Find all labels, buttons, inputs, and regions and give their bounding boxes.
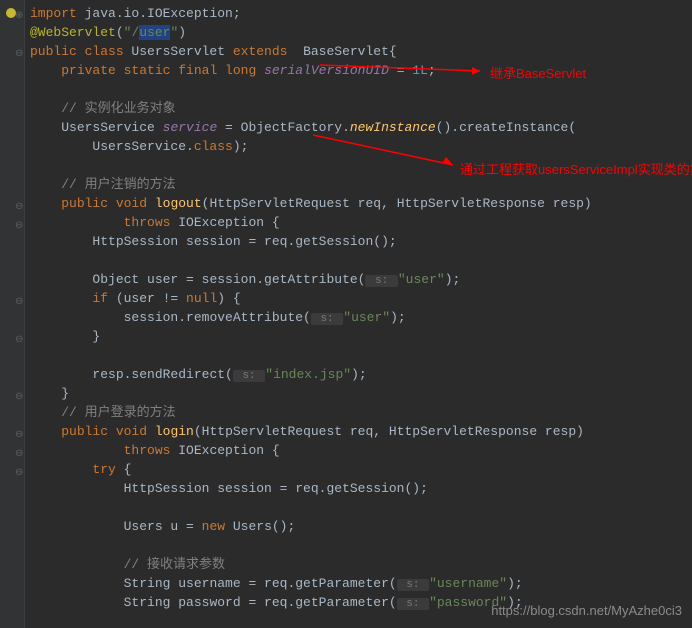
code-line: }: [30, 384, 692, 403]
code-line: session.removeAttribute( s: "user");: [30, 308, 692, 327]
watermark: https://blog.csdn.net/MyAzhe0ci3: [491, 601, 682, 620]
code-line: import java.io.IOException;: [30, 4, 692, 23]
code-line: Users u = new Users();: [30, 517, 692, 536]
code-line: UsersService.class);: [30, 137, 692, 156]
code-line: throws IOException {: [30, 441, 692, 460]
code-line: if (user != null) {: [30, 289, 692, 308]
code-line: HttpSession session = req.getSession();: [30, 479, 692, 498]
code-line: // 实例化业务对象: [30, 99, 692, 118]
code-editor[interactable]: import java.io.IOException; @WebServlet(…: [0, 0, 692, 612]
code-line: [30, 346, 692, 365]
code-line: [30, 536, 692, 555]
code-line: String username = req.getParameter( s: "…: [30, 574, 692, 593]
code-line: [30, 498, 692, 517]
code-line: private static final long serialVersionU…: [30, 61, 692, 80]
code-line: [30, 251, 692, 270]
code-line: resp.sendRedirect( s: "index.jsp");: [30, 365, 692, 384]
code-line: @WebServlet("/user"): [30, 23, 692, 42]
code-line: public void logout(HttpServletRequest re…: [30, 194, 692, 213]
code-line: public void login(HttpServletRequest req…: [30, 422, 692, 441]
code-line: }: [30, 327, 692, 346]
annotation-label: 通过工程获取usersServiceImpl实现类的实例对象: [460, 160, 692, 179]
annotation-label: 继承BaseServlet: [490, 64, 586, 83]
code-line: [30, 80, 692, 99]
code-line: throws IOException {: [30, 213, 692, 232]
code-line: Object user = session.getAttribute( s: "…: [30, 270, 692, 289]
code-line: public class UsersServlet extends BaseSe…: [30, 42, 692, 61]
code-line: // 用户登录的方法: [30, 403, 692, 422]
code-line: HttpSession session = req.getSession();: [30, 232, 692, 251]
code-line: try {: [30, 460, 692, 479]
code-line: UsersService service = ObjectFactory.new…: [30, 118, 692, 137]
code-line: // 接收请求参数: [30, 555, 692, 574]
